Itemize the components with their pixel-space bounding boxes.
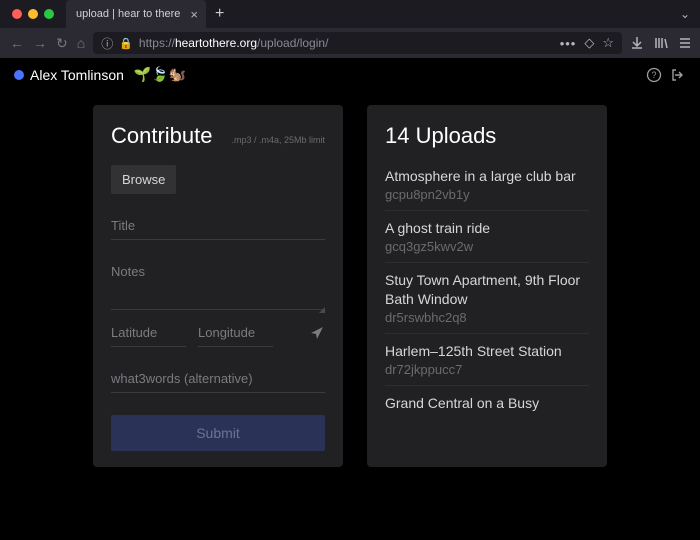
new-tab-button[interactable]: +: [206, 5, 233, 23]
what3words-input[interactable]: [111, 365, 325, 393]
contribute-title: Contribute: [111, 123, 213, 149]
maximize-window-icon[interactable]: [44, 9, 54, 19]
submit-button[interactable]: Submit: [111, 415, 325, 451]
upload-code: dr5rswbhc2q8: [385, 310, 589, 325]
upload-item[interactable]: A ghost train ride gcq3gz5kwv2w: [385, 210, 589, 262]
upload-item[interactable]: Atmosphere in a large club bar gcpu8pn2v…: [385, 163, 589, 210]
main-content: Contribute .mp3 / .m4a, 25Mb limit Brows…: [0, 91, 700, 467]
user-label: Alex Tomlinson 🌱🍃🐿️: [14, 66, 186, 83]
contribute-card: Contribute .mp3 / .m4a, 25Mb limit Brows…: [93, 105, 343, 467]
title-input[interactable]: [111, 212, 325, 240]
reader-mode-icon[interactable]: ◇: [584, 35, 594, 51]
url-text: https://heartothere.org/upload/login/: [139, 36, 328, 50]
upload-name: Stuy Town Apartment, 9th Floor Bath Wind…: [385, 271, 589, 307]
user-status-icon: [14, 70, 24, 80]
browser-chrome: upload | hear to there × + ⌄ ← → ↻ ⌂ ⓘ 🔒…: [0, 0, 700, 58]
logout-icon[interactable]: [670, 67, 686, 83]
downloads-icon[interactable]: [630, 36, 644, 50]
window-controls: [0, 9, 66, 19]
browse-button[interactable]: Browse: [111, 165, 176, 194]
uploads-card: 14 Uploads Atmosphere in a large club ba…: [367, 105, 607, 467]
back-button[interactable]: ←: [10, 35, 24, 52]
lock-icon: 🔒: [119, 37, 133, 50]
help-icon[interactable]: ?: [646, 67, 662, 83]
bookmark-icon[interactable]: ☆: [602, 35, 614, 51]
notes-input[interactable]: [111, 258, 325, 310]
upload-name: Atmosphere in a large club bar: [385, 167, 589, 185]
upload-name: A ghost train ride: [385, 219, 589, 237]
forward-button[interactable]: →: [33, 35, 47, 52]
minimize-window-icon[interactable]: [28, 9, 38, 19]
svg-text:?: ?: [651, 70, 656, 80]
page: Alex Tomlinson 🌱🍃🐿️ ? Contribute .mp3 / …: [0, 58, 700, 540]
browser-tab[interactable]: upload | hear to there ×: [66, 0, 206, 28]
upload-item[interactable]: Grand Central on a Busy: [385, 385, 589, 420]
nav-arrows: ← → ↻ ⌂: [6, 35, 85, 52]
upload-code: gcq3gz5kwv2w: [385, 239, 589, 254]
page-header: Alex Tomlinson 🌱🍃🐿️ ?: [0, 58, 700, 91]
home-button[interactable]: ⌂: [77, 35, 85, 52]
upload-name: Grand Central on a Busy: [385, 394, 589, 412]
uploads-list: Atmosphere in a large club bar gcpu8pn2v…: [385, 163, 589, 420]
uploads-title: 14 Uploads: [385, 123, 589, 149]
reload-button[interactable]: ↻: [56, 35, 68, 52]
latitude-input[interactable]: [111, 319, 186, 347]
upload-code: gcpu8pn2vb1y: [385, 187, 589, 202]
library-icon[interactable]: [654, 36, 668, 50]
menu-icon[interactable]: [678, 36, 692, 50]
upload-name: Harlem–125th Street Station: [385, 342, 589, 360]
upload-code: dr72jkppucc7: [385, 362, 589, 377]
close-tab-icon[interactable]: ×: [190, 7, 198, 22]
page-actions-icon[interactable]: •••: [560, 36, 577, 51]
longitude-input[interactable]: [198, 319, 273, 347]
site-info-icon[interactable]: ⓘ: [101, 35, 113, 52]
toolbar-right: [630, 36, 694, 50]
tab-title: upload | hear to there: [76, 8, 180, 20]
user-emojis: 🌱🍃🐿️: [134, 66, 186, 83]
geolocate-icon[interactable]: [309, 325, 325, 341]
upload-hint: .mp3 / .m4a, 25Mb limit: [231, 135, 325, 145]
tab-bar: upload | hear to there × + ⌄: [0, 0, 700, 28]
username: Alex Tomlinson: [30, 67, 124, 83]
upload-item[interactable]: Harlem–125th Street Station dr72jkppucc7: [385, 333, 589, 385]
upload-item[interactable]: Stuy Town Apartment, 9th Floor Bath Wind…: [385, 262, 589, 332]
close-window-icon[interactable]: [12, 9, 22, 19]
address-bar[interactable]: ⓘ 🔒 https://heartothere.org/upload/login…: [93, 32, 622, 54]
expand-tabs-icon[interactable]: ⌄: [670, 7, 700, 21]
toolbar: ← → ↻ ⌂ ⓘ 🔒 https://heartothere.org/uplo…: [0, 28, 700, 58]
